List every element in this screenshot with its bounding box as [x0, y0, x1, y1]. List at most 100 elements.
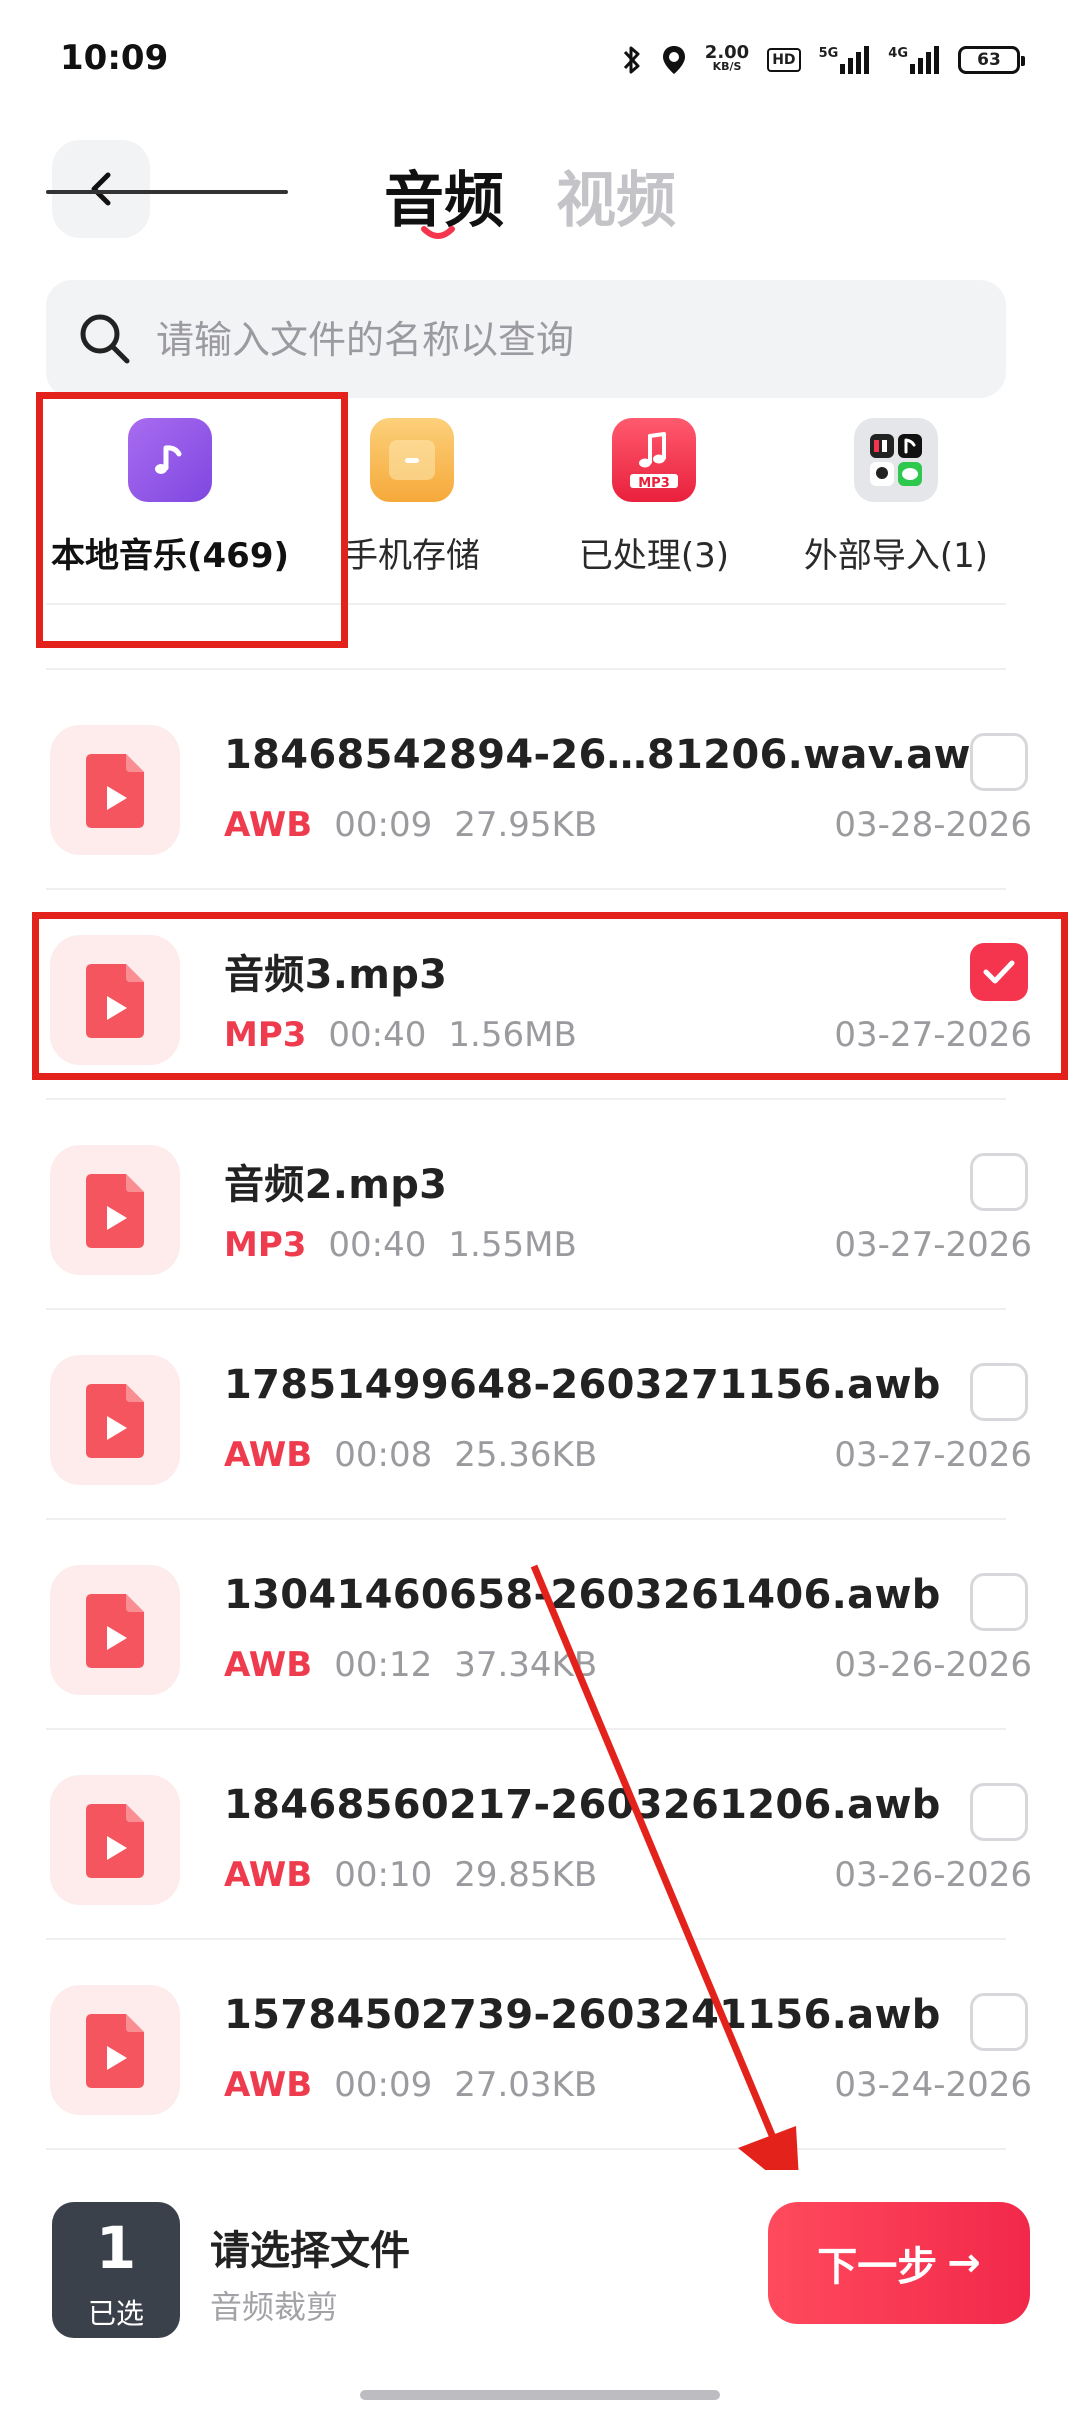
- audio-file-icon: [50, 1355, 180, 1485]
- file-type: MP3: [224, 1015, 307, 1055]
- file-row[interactable]: 13041460658-2603261406.awb AWB 00:12 37.34K…: [0, 1520, 1080, 1730]
- file-size: 1.55MB: [448, 1225, 577, 1265]
- tab-video[interactable]: 视频: [556, 152, 676, 239]
- file-type: AWB: [224, 2065, 313, 2105]
- file-meta: AWB 00:10 29.85KB: [224, 1855, 597, 1895]
- audio-file-icon: [50, 1775, 180, 1905]
- signal-4g: 4G: [888, 46, 940, 74]
- status-time: 10:09: [60, 38, 169, 78]
- file-type: AWB: [224, 1435, 313, 1475]
- audio-file-icon: [50, 725, 180, 855]
- selected-count-card[interactable]: 1 已选: [52, 2202, 180, 2338]
- file-row[interactable]: 音频2.mp3 MP3 00:40 1.55MB 03-27-2026: [0, 1100, 1080, 1310]
- file-meta: AWB 00:08 25.36KB: [224, 1435, 597, 1475]
- mp3-icon: MP3: [612, 418, 696, 502]
- file-name: 音频3.mp3: [224, 952, 448, 998]
- file-date: 03-24-2026: [834, 2065, 1032, 2105]
- file-checkbox[interactable]: [970, 1573, 1028, 1631]
- file-date: 03-27-2026: [834, 1435, 1032, 1475]
- file-row[interactable]: 18468542894-26…81206.wav.awb AWB 00:09 27.9…: [0, 680, 1080, 890]
- file-checkbox[interactable]: [970, 1153, 1028, 1211]
- header-tabs: 音频 视频: [0, 140, 1080, 250]
- file-size: 27.95KB: [454, 805, 598, 845]
- file-checkbox[interactable]: [970, 943, 1028, 1001]
- checkmark-icon: [983, 960, 1015, 984]
- file-type: MP3: [224, 1225, 307, 1265]
- file-date: 03-28-2026: [834, 805, 1032, 845]
- file-meta: AWB 00:09 27.03KB: [224, 2065, 597, 2105]
- file-row[interactable]: 17851499648-2603271156.awb AWB 00:08 25.36K…: [0, 1310, 1080, 1520]
- file-checkbox[interactable]: [970, 1363, 1028, 1421]
- file-size: 27.03KB: [454, 2065, 598, 2105]
- file-duration: 00:40: [328, 1225, 427, 1265]
- file-duration: 00:40: [328, 1015, 427, 1055]
- file-size: 29.85KB: [454, 1855, 598, 1895]
- battery-level: 63: [977, 50, 1001, 70]
- category-phone-storage[interactable]: 手机存储: [292, 410, 532, 610]
- file-date: 03-26-2026: [834, 1855, 1032, 1895]
- home-indicator[interactable]: [360, 2390, 720, 2400]
- list-top-divider: [46, 668, 1006, 670]
- file-meta: AWB 00:09 27.95KB: [224, 805, 597, 845]
- category-label: 外部导入(1): [803, 536, 989, 576]
- file-date: 03-26-2026: [834, 1645, 1032, 1685]
- file-type: AWB: [224, 1645, 313, 1685]
- row-divider: [46, 2148, 1006, 2150]
- file-size: 25.36KB: [454, 1435, 598, 1475]
- category-label: 手机存储: [344, 536, 480, 576]
- category-active-indicator: [46, 190, 288, 194]
- hd-badge: HD: [767, 48, 801, 72]
- file-size: 1.56MB: [448, 1015, 577, 1055]
- status-icons: 2.00 KB/S HD 5G 4G 63: [621, 40, 1025, 80]
- audio-file-icon: [50, 935, 180, 1065]
- location-icon: [662, 46, 685, 74]
- audio-file-icon: [50, 1565, 180, 1695]
- category-label: 本地音乐(469): [50, 536, 290, 576]
- file-meta: MP3 00:40 1.55MB: [224, 1225, 577, 1265]
- app-grid-icon: [854, 418, 938, 502]
- search-bar[interactable]: [46, 280, 1006, 398]
- file-type: AWB: [224, 805, 313, 845]
- file-date: 03-27-2026: [834, 1225, 1032, 1265]
- category-external-import[interactable]: 外部导入(1): [776, 410, 1016, 610]
- audio-file-icon: [50, 1145, 180, 1275]
- file-duration: 00:09: [334, 2065, 433, 2105]
- file-duration: 00:09: [334, 805, 433, 845]
- file-row[interactable]: 15784502739-2603241156.awb AWB 00:09 27.03K…: [0, 1940, 1080, 2150]
- file-checkbox[interactable]: [970, 733, 1028, 791]
- bluetooth-icon: [623, 46, 640, 74]
- search-icon: [80, 314, 130, 364]
- signal-icon: [840, 46, 870, 74]
- file-name: 13041460658-2603261406.awb: [224, 1572, 941, 1618]
- category-processed[interactable]: MP3 已处理(3): [534, 410, 774, 610]
- file-name: 17851499648-2603271156.awb: [224, 1362, 941, 1408]
- bottom-bar: 1 已选 请选择文件 音频裁剪 下一步 →: [0, 2170, 1080, 2412]
- file-date: 03-27-2026: [834, 1015, 1032, 1055]
- signal-5g: 5G: [819, 46, 871, 74]
- category-local-music[interactable]: 本地音乐(469): [50, 410, 290, 610]
- network-5g-label: 5G: [818, 46, 839, 61]
- file-row[interactable]: 18468560217-2603261206.awb AWB 00:10 29.85K…: [0, 1730, 1080, 1940]
- tab-active-indicator: [421, 226, 455, 239]
- storage-icon: [370, 418, 454, 502]
- file-name: 音频2.mp3: [224, 1162, 448, 1208]
- category-tabs: 本地音乐(469) 手机存储 MP3 已处理(3) 外部导入(1): [0, 410, 1080, 610]
- selected-label: 已选: [87, 2297, 144, 2330]
- next-button[interactable]: 下一步 →: [768, 2202, 1030, 2324]
- file-checkbox[interactable]: [970, 1993, 1028, 2051]
- bottom-subtitle: 音频裁剪: [210, 2288, 339, 2326]
- music-note-icon: [128, 418, 212, 502]
- file-meta: AWB 00:12 37.34KB: [224, 1645, 597, 1685]
- arrow-right-icon: →: [947, 2240, 981, 2286]
- file-name: 18468542894-26…81206.wav.awb: [224, 732, 1000, 778]
- file-row[interactable]: 音频3.mp3 MP3 00:40 1.56MB 03-27-2026: [0, 890, 1080, 1100]
- net-speed-unit: KB/S: [712, 60, 742, 73]
- net-speed-value: 2.00: [704, 42, 750, 63]
- file-type: AWB: [224, 1855, 313, 1895]
- file-checkbox[interactable]: [970, 1783, 1028, 1841]
- battery-icon: 63: [958, 46, 1025, 74]
- file-duration: 00:10: [334, 1855, 433, 1895]
- search-input[interactable]: [154, 305, 978, 375]
- category-label: 已处理(3): [578, 536, 730, 576]
- file-name: 15784502739-2603241156.awb: [224, 1992, 941, 2038]
